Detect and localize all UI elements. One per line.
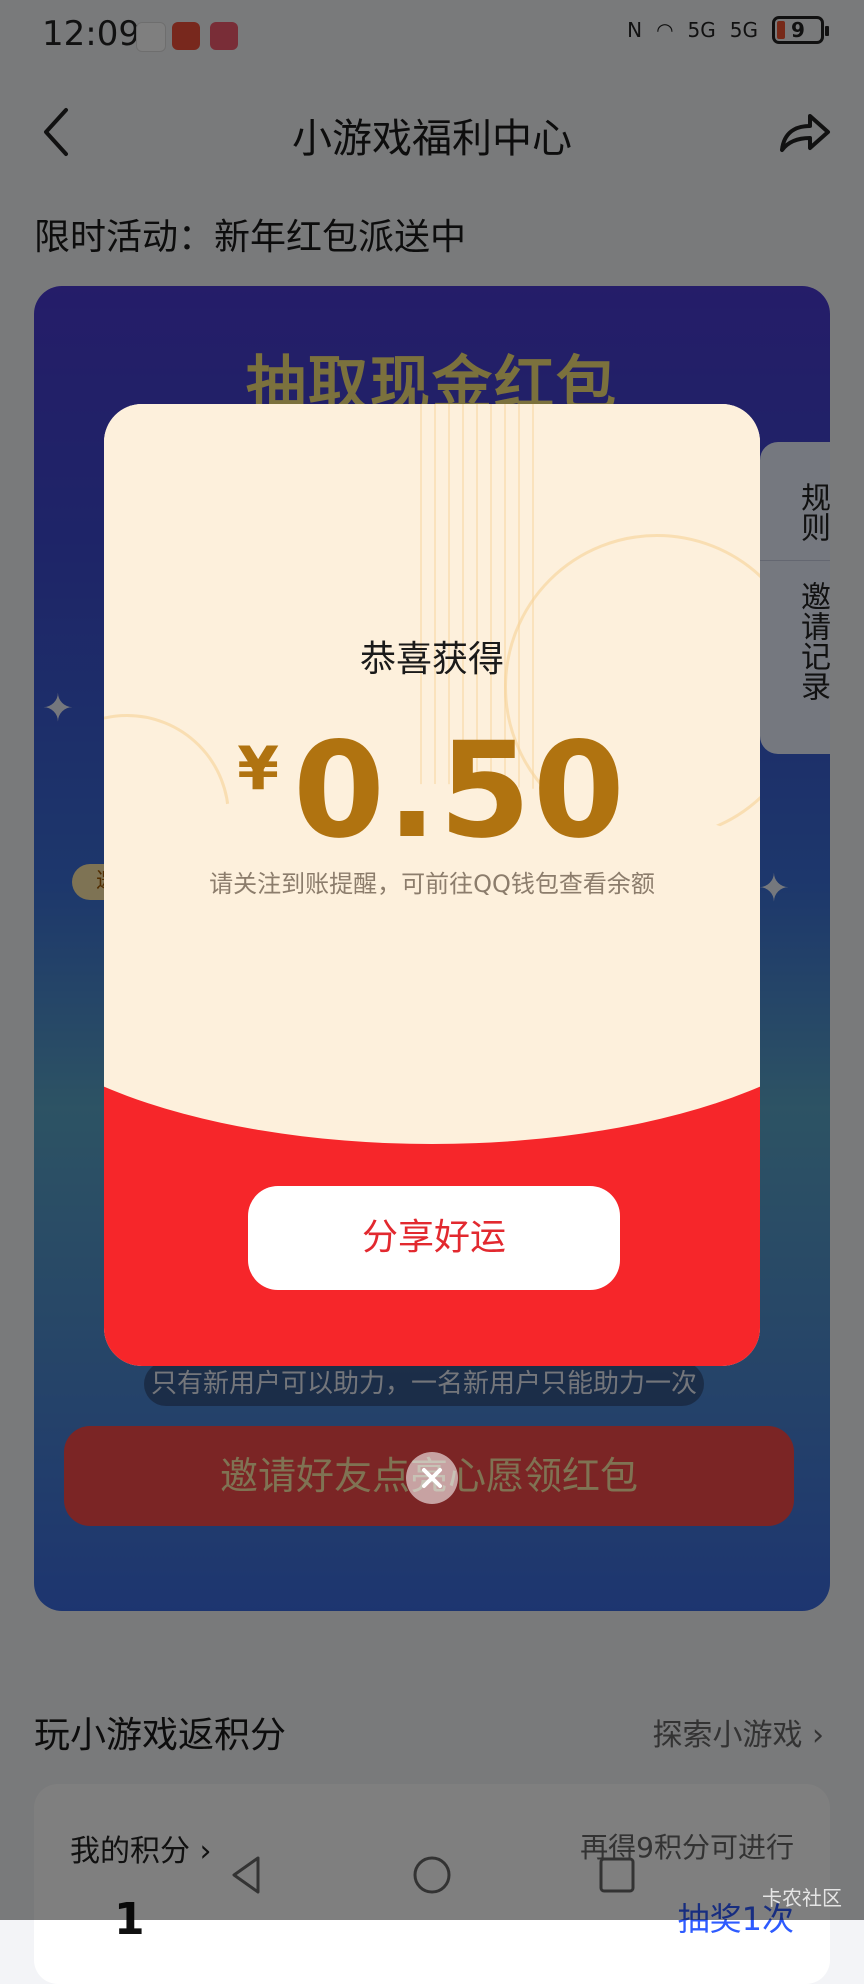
reward-amount: 0.50: [293, 714, 627, 868]
nav-home-icon[interactable]: [405, 1848, 459, 1902]
amount-row: ¥0.50: [104, 714, 760, 868]
currency-symbol: ¥: [237, 734, 280, 804]
nav-back-icon[interactable]: [220, 1848, 274, 1902]
congrats-text: 恭喜获得: [359, 639, 504, 680]
nav-recents-icon[interactable]: [590, 1848, 644, 1902]
close-icon[interactable]: [406, 1452, 458, 1504]
wallet-hint: 请关注到账提醒，可前往QQ钱包查看余额: [209, 870, 655, 898]
watermark: 卡农社区: [762, 1886, 842, 1910]
system-nav-bar: [0, 1830, 864, 1920]
share-luck-button[interactable]: 分享好运: [248, 1186, 620, 1290]
reward-modal: 恭喜获得 ¥0.50 请关注到账提醒，可前往QQ钱包查看余额 分享好运: [104, 404, 760, 1366]
